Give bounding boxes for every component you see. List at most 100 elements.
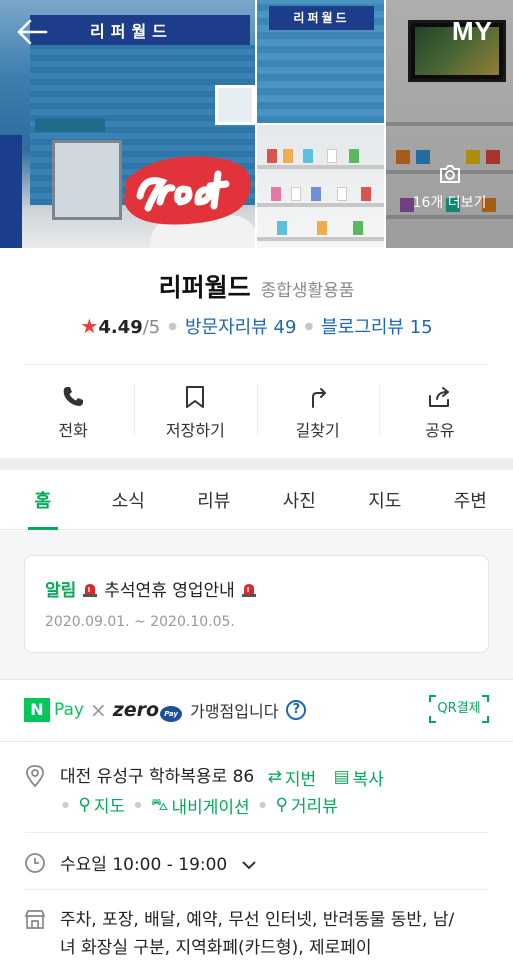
zeropay-logo: zeroPay <box>113 699 182 722</box>
swap-icon: ⇄ <box>268 767 282 787</box>
map-label: 지도 <box>94 792 125 817</box>
separator-dot: ● <box>259 800 266 809</box>
separator-dot: ● <box>135 800 142 809</box>
directions-button[interactable]: 길찾기 <box>257 378 379 448</box>
map-pin-icon: ⚲ <box>78 795 90 815</box>
product <box>353 221 363 235</box>
notice-tag: 알림 <box>45 576 76 601</box>
section-gap <box>0 458 513 470</box>
bookmark-icon <box>184 385 206 409</box>
qr-pay-label: QR결제 <box>437 701 480 716</box>
rating-max: /5 <box>143 317 161 338</box>
tab-bar: 홈 소식 리뷰 사진 지도 주변 <box>0 470 513 530</box>
qr-corner <box>429 716 436 723</box>
store-sign-text-2: 리퍼월드 <box>269 6 374 30</box>
qr-corner <box>429 695 436 702</box>
glass-door <box>52 140 122 220</box>
street-view-icon: ⚲ <box>275 795 287 815</box>
interior-shelf-photo[interactable] <box>257 125 384 248</box>
tab-photos[interactable]: 사진 <box>257 470 343 529</box>
back-arrow-icon[interactable] <box>16 18 48 46</box>
zeropay-badge: Pay <box>160 706 182 722</box>
product <box>267 149 277 163</box>
photo-gallery[interactable]: 리퍼월드 리퍼월드 <box>0 0 513 248</box>
location-pin-icon <box>24 764 46 788</box>
divider <box>25 832 488 833</box>
jibun-label: 지번 <box>285 765 316 790</box>
jibun-toggle[interactable]: ⇄지번 <box>268 765 317 790</box>
qr-corner <box>482 695 489 702</box>
share-icon <box>427 385 453 409</box>
product <box>271 187 281 201</box>
call-label: 전화 <box>58 417 87 441</box>
amenities-line-2: 녀 화장실 구분, 지역화폐(카드형), 제로페이 <box>60 934 454 962</box>
store-icon <box>24 908 46 930</box>
action-bar: 전화 저장하기 길찾기 공유 <box>12 378 501 448</box>
npay-n-icon: N <box>24 698 50 722</box>
notice-date: 2020.09.01. ~ 2020.10.05. <box>45 614 235 630</box>
divider <box>25 889 488 890</box>
great-sticker <box>118 150 255 230</box>
car-icon: ⛍ <box>151 795 169 817</box>
visitor-reviews-link[interactable]: 방문자리뷰 49 <box>185 313 296 339</box>
product <box>349 149 359 163</box>
tab-news[interactable]: 소식 <box>86 470 172 529</box>
call-button[interactable]: 전화 <box>12 378 134 448</box>
product <box>361 187 371 201</box>
npay-logo: N Pay <box>24 698 84 722</box>
separator-dot: ● <box>304 321 313 332</box>
shelf <box>257 165 384 169</box>
street-view-link[interactable]: ⚲거리뷰 <box>275 792 337 817</box>
tab-nearby[interactable]: 주변 <box>428 470 513 529</box>
phone-icon <box>61 385 85 409</box>
copy-icon: ▤ <box>334 767 350 787</box>
shelf <box>257 237 384 241</box>
divider <box>25 364 488 365</box>
save-label: 저장하기 <box>166 417 225 441</box>
clock-icon <box>24 852 46 874</box>
shelf <box>257 203 384 207</box>
product <box>283 149 293 163</box>
share-button[interactable]: 공유 <box>379 378 501 448</box>
navigation-label: 내비게이션 <box>171 793 249 818</box>
payment-row: N Pay × zeroPay 가맹점입니다 ? QR결제 <box>24 692 489 728</box>
siren-icon <box>241 581 257 597</box>
product <box>317 221 327 235</box>
product <box>327 149 337 163</box>
save-button[interactable]: 저장하기 <box>134 378 256 448</box>
directions-icon <box>306 385 330 409</box>
navigation-link[interactable]: ⛍내비게이션 <box>151 793 250 818</box>
product <box>291 187 301 201</box>
divider <box>0 741 513 742</box>
share-label: 공유 <box>425 417 454 441</box>
window <box>215 85 255 125</box>
copy-label: 복사 <box>353 765 384 790</box>
merchant-text: 가맹점입니다 <box>190 698 278 722</box>
help-icon[interactable]: ? <box>286 700 306 720</box>
tab-reviews[interactable]: 리뷰 <box>171 470 257 529</box>
siren-icon <box>82 581 98 597</box>
notice-card[interactable]: 알림 추석연휴 영업안내 2020.09.01. ~ 2020.10.05. <box>24 555 489 653</box>
map-link[interactable]: ⚲지도 <box>78 792 125 817</box>
more-photos-label: 16개 더보기 <box>386 192 513 212</box>
address-row: 대전 유성구 학하복용로 86 ⇄지번 ▤복사 ● ⚲지도 ● ⛍내비게이션 ●… <box>24 762 489 824</box>
qr-corner <box>482 716 489 723</box>
blog-reviews-link[interactable]: 블로그리뷰 15 <box>321 313 432 339</box>
more-photos-tile[interactable]: 16개 더보기 <box>386 0 513 248</box>
storefront-photo-2[interactable]: 리퍼월드 <box>257 0 384 123</box>
place-name: 리퍼월드 <box>159 268 251 304</box>
zeropay-text: zero <box>113 699 159 721</box>
tab-home[interactable]: 홈 <box>0 470 86 529</box>
product <box>277 221 287 235</box>
qr-pay-button[interactable]: QR결제 <box>429 695 489 723</box>
my-button[interactable]: MY <box>452 16 493 47</box>
directions-label: 길찾기 <box>296 417 340 441</box>
amenities-line-1: 주차, 포장, 배달, 예약, 무선 인터넷, 반려동물 동반, 남/ <box>60 906 454 934</box>
notice-text: 추석연휴 영업안내 <box>104 576 235 601</box>
copy-address-button[interactable]: ▤복사 <box>334 765 384 790</box>
separator-dot: ● <box>62 800 69 809</box>
hours-row[interactable]: 수요일 10:00 - 19:00 <box>24 850 489 876</box>
road-address: 대전 유성구 학하복용로 86 <box>60 767 254 787</box>
tab-map[interactable]: 지도 <box>342 470 428 529</box>
store-sign-text: 리퍼월드 <box>90 18 173 42</box>
